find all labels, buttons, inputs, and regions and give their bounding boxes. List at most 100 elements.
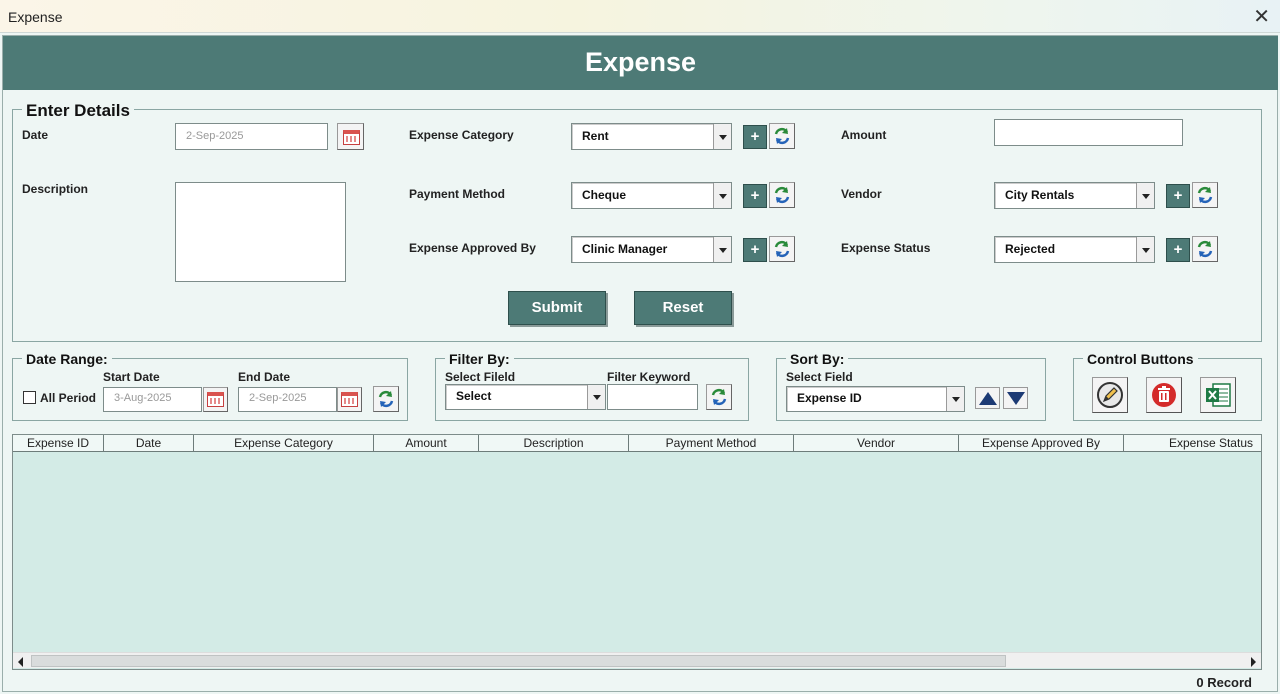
scrollbar-thumb[interactable] — [31, 655, 1006, 667]
chevron-down-icon[interactable] — [713, 124, 731, 149]
arrow-down-icon — [1007, 392, 1025, 405]
filter-by-title: Filter By: — [445, 351, 514, 367]
excel-icon — [1206, 383, 1231, 407]
refresh-date-range-button[interactable] — [373, 386, 399, 412]
column-header-expense-category[interactable]: Expense Category — [194, 435, 374, 452]
chevron-down-icon[interactable] — [1136, 237, 1154, 262]
refresh-vendor-button[interactable] — [1192, 182, 1218, 208]
vendor-select[interactable]: City Rentals — [994, 182, 1155, 209]
amount-input[interactable] — [994, 119, 1183, 146]
delete-button[interactable] — [1146, 377, 1182, 413]
payment-method-label: Payment Method — [409, 187, 506, 201]
refresh-status-button[interactable] — [1192, 236, 1218, 262]
expense-status-value: Rejected — [1005, 242, 1056, 256]
column-header-description[interactable]: Description — [479, 435, 629, 452]
add-vendor-button[interactable]: + — [1166, 184, 1190, 208]
expense-category-select[interactable]: Rent — [571, 123, 732, 150]
chevron-down-icon[interactable] — [1136, 183, 1154, 208]
approved-by-select[interactable]: Clinic Manager — [571, 236, 732, 263]
end-date-label: End Date — [238, 370, 291, 384]
expense-category-label: Expense Category — [409, 128, 514, 142]
sort-by-title: Sort By: — [786, 351, 849, 367]
filter-keyword-input[interactable] — [607, 384, 698, 410]
refresh-icon — [1197, 186, 1213, 204]
column-header-approved-by[interactable]: Expense Approved By — [959, 435, 1124, 452]
expense-status-label: Expense Status — [841, 241, 931, 255]
refresh-icon — [774, 186, 790, 204]
calendar-icon — [343, 130, 360, 145]
calendar-icon — [341, 392, 358, 407]
sort-descending-button[interactable] — [1003, 387, 1028, 409]
date-range-title: Date Range: — [22, 351, 112, 367]
start-date-label: Start Date — [103, 370, 160, 384]
add-status-button[interactable]: + — [1166, 238, 1190, 262]
sort-ascending-button[interactable] — [975, 387, 1000, 409]
form-header: Expense — [3, 36, 1278, 90]
refresh-payment-method-button[interactable] — [769, 182, 795, 208]
column-header-vendor[interactable]: Vendor — [794, 435, 959, 452]
column-header-payment-method[interactable]: Payment Method — [629, 435, 794, 452]
column-header-date[interactable]: Date — [104, 435, 194, 452]
approved-by-value: Clinic Manager — [582, 242, 668, 256]
column-header-amount[interactable]: Amount — [374, 435, 479, 452]
chevron-down-icon[interactable] — [713, 237, 731, 262]
edit-button[interactable] — [1092, 377, 1128, 413]
reset-button[interactable]: Reset — [634, 291, 732, 325]
start-date-field[interactable]: 3-Aug-2025 — [103, 387, 202, 412]
add-category-button[interactable]: + — [743, 125, 767, 149]
column-header-expense-status[interactable]: Expense Status — [1124, 435, 1261, 452]
refresh-icon — [711, 388, 727, 406]
filter-field-select[interactable]: Select — [445, 384, 606, 410]
all-period-label: All Period — [40, 391, 97, 405]
refresh-icon — [774, 127, 790, 145]
payment-method-value: Cheque — [582, 188, 627, 202]
sort-field-select[interactable]: Expense ID — [786, 386, 965, 412]
table-header: Expense ID Date Expense Category Amount … — [13, 435, 1261, 452]
start-date-calendar-button[interactable] — [203, 387, 228, 412]
end-date-field[interactable]: 2-Sep-2025 — [238, 387, 337, 412]
sort-field-value: Expense ID — [797, 391, 862, 405]
chevron-down-icon[interactable] — [587, 385, 605, 409]
calendar-icon — [207, 392, 224, 407]
vendor-label: Vendor — [841, 187, 882, 201]
add-payment-method-button[interactable]: + — [743, 184, 767, 208]
amount-label: Amount — [841, 128, 887, 142]
trash-delete-icon — [1152, 383, 1176, 407]
horizontal-scrollbar[interactable] — [13, 652, 1261, 668]
refresh-filter-button[interactable] — [706, 384, 732, 410]
sort-field-label: Select Field — [786, 370, 853, 384]
submit-button[interactable]: Submit — [508, 291, 606, 325]
filter-field-label: Select Fileld — [445, 370, 516, 384]
chevron-down-icon[interactable] — [713, 183, 731, 208]
filter-field-value: Select — [456, 389, 492, 403]
vendor-value: City Rentals — [1005, 188, 1075, 202]
expense-status-select[interactable]: Rejected — [994, 236, 1155, 263]
description-textarea[interactable] — [175, 182, 346, 282]
approved-by-label: Expense Approved By — [409, 241, 536, 255]
enter-details-title: Enter Details — [22, 101, 134, 121]
refresh-approver-button[interactable] — [769, 236, 795, 262]
export-excel-button[interactable] — [1200, 377, 1236, 413]
window-title: Expense — [8, 9, 63, 25]
close-icon[interactable]: ✕ — [1253, 4, 1270, 29]
control-buttons-title: Control Buttons — [1083, 351, 1198, 367]
chevron-down-icon[interactable] — [946, 387, 964, 411]
all-period-checkbox[interactable] — [23, 391, 36, 404]
column-header-expense-id[interactable]: Expense ID — [13, 435, 104, 452]
scroll-left-icon[interactable] — [18, 657, 23, 667]
description-label: Description — [22, 182, 89, 196]
page-title: Expense — [584, 47, 697, 77]
date-calendar-button[interactable] — [337, 123, 364, 150]
refresh-category-button[interactable] — [769, 123, 795, 149]
add-approver-button[interactable]: + — [743, 238, 767, 262]
arrow-up-icon — [979, 392, 997, 405]
date-field[interactable]: 2-Sep-2025 — [175, 123, 328, 150]
filter-keyword-label: Filter Keyword — [607, 370, 691, 384]
date-label: Date — [22, 128, 49, 142]
expense-category-value: Rent — [582, 129, 609, 143]
scroll-right-icon[interactable] — [1251, 657, 1256, 667]
expense-table[interactable]: Expense ID Date Expense Category Amount … — [12, 434, 1262, 670]
end-date-calendar-button[interactable] — [337, 387, 362, 412]
payment-method-select[interactable]: Cheque — [571, 182, 732, 209]
record-count: 0 Record — [1196, 675, 1252, 690]
